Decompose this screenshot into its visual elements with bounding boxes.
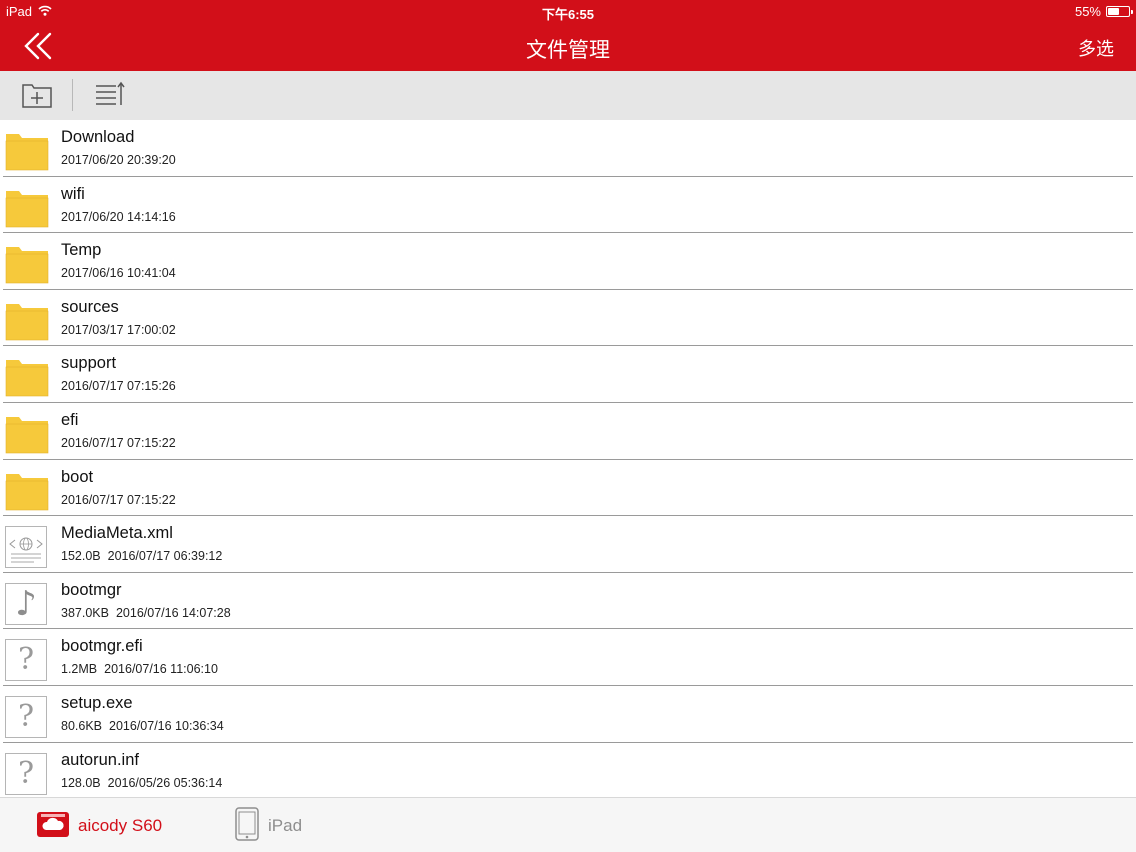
toolbar-divider (72, 79, 73, 111)
status-time: 下午6:55 (541, 7, 595, 22)
file-name: wifi (61, 184, 85, 203)
file-row[interactable]: sources 2017/03/17 17:00:02 (0, 290, 1136, 347)
tab-ipad[interactable]: iPad (234, 806, 302, 846)
file-row[interactable]: MediaMeta.xml 152.0B 2016/07/17 06:39:12 (0, 516, 1136, 573)
folder-icon (5, 243, 49, 285)
file-size: 387.0KB (61, 605, 109, 620)
file-date: 2016/07/17 06:39:12 (107, 549, 223, 564)
file-date: 2016/05/26 05:36:14 (107, 775, 223, 790)
file-date: 2016/07/16 11:06:10 (104, 662, 218, 677)
tab-label: iPad (268, 816, 303, 835)
file-meta: 128.0B 2016/05/26 05:36:14 (61, 776, 222, 790)
file-name: bootmgr.efi (61, 637, 143, 656)
file-row[interactable]: Temp 2017/06/16 10:41:04 (0, 233, 1136, 290)
file-row[interactable]: ? setup.exe 80.6KB 2016/07/16 10:36:34 (0, 686, 1136, 743)
unknown-file-icon: ? (5, 752, 49, 795)
file-list: Download 2017/06/20 20:39:20 wifi 2017/06/2… (0, 120, 1136, 797)
file-date: 2016/07/17 07:15:22 (61, 435, 176, 450)
file-row[interactable]: support 2016/07/17 07:15:26 (0, 346, 1136, 403)
folder-icon (5, 413, 49, 455)
file-meta: 2016/07/17 07:15:26 (61, 379, 176, 393)
new-folder-icon (21, 84, 53, 114)
web-file-icon (5, 526, 49, 569)
file-name: sources (61, 297, 119, 316)
file-meta: 1.2MB 2016/07/16 11:06:10 (61, 662, 218, 676)
file-name: autorun.inf (61, 750, 139, 769)
file-size: 128.0B (61, 775, 101, 790)
folder-icon (5, 300, 49, 342)
file-meta: 2017/06/20 14:14:16 (61, 210, 176, 224)
folder-icon (5, 356, 49, 398)
file-name: boot (61, 467, 94, 486)
cloud-drive-icon (36, 809, 70, 844)
folder-icon (5, 130, 49, 172)
nav-bar: 文件管理 多选 (0, 22, 1136, 71)
file-name: bootmgr (61, 580, 122, 599)
multi-select-button[interactable]: 多选 (1078, 35, 1114, 61)
file-row[interactable]: ♪ bootmgr 387.0KB 2016/07/16 14:07:28 (0, 573, 1136, 630)
file-row[interactable]: wifi 2017/06/20 14:14:16 (0, 177, 1136, 234)
battery-percent: 55% (1074, 4, 1101, 19)
file-size: 80.6KB (61, 718, 103, 733)
file-meta: 387.0KB 2016/07/16 14:07:28 (61, 606, 231, 620)
battery-fill (1108, 8, 1119, 15)
file-row[interactable]: boot 2016/07/17 07:15:22 (0, 460, 1136, 517)
file-name: setup.exe (61, 693, 133, 712)
unknown-file-icon: ? (5, 695, 49, 738)
file-date: 2017/06/16 10:41:04 (61, 266, 176, 281)
file-name: support (61, 354, 117, 373)
header: iPad 下午6:55 55% 文件管理 多选 (0, 0, 1136, 71)
file-meta: 152.0B 2016/07/17 06:39:12 (61, 549, 222, 563)
toolbar (0, 71, 1136, 120)
file-size: 1.2MB (61, 662, 98, 677)
new-folder-button[interactable] (21, 80, 53, 110)
ipad-device-icon (234, 806, 260, 846)
file-meta: 2016/07/17 07:15:22 (61, 493, 176, 507)
file-date: 2016/07/16 14:07:28 (115, 605, 231, 620)
file-meta: 2017/06/16 10:41:04 (61, 266, 176, 280)
folder-icon (5, 470, 49, 512)
sort-list-icon (94, 81, 126, 114)
sort-button[interactable] (94, 80, 126, 110)
folder-icon (5, 187, 49, 229)
status-bar: iPad 下午6:55 55% (0, 0, 1136, 22)
file-name: Download (61, 128, 135, 146)
file-date: 2016/07/16 10:36:34 (109, 718, 224, 733)
file-row[interactable]: ? autorun.inf 128.0B 2016/05/26 05:36:14 (0, 743, 1136, 797)
file-meta: 80.6KB 2016/07/16 10:36:34 (61, 719, 224, 733)
file-row[interactable]: Download 2017/06/20 20:39:20 (0, 120, 1136, 177)
file-name: MediaMeta.xml (61, 524, 173, 543)
file-date: 2017/06/20 20:39:20 (61, 153, 176, 167)
file-date: 2017/06/20 14:14:16 (61, 209, 176, 224)
tab-aicody-s60[interactable]: aicody S60 (36, 806, 162, 846)
file-meta: 2017/06/20 20:39:20 (61, 153, 176, 167)
file-row[interactable]: efi 2016/07/17 07:15:22 (0, 403, 1136, 460)
file-date: 2016/07/17 07:15:26 (61, 379, 176, 394)
unknown-file-icon: ? (5, 639, 49, 682)
file-meta: 2016/07/17 07:15:22 (61, 436, 176, 450)
page-title: 文件管理 (526, 39, 610, 62)
file-name: Temp (61, 241, 102, 260)
file-row[interactable]: ? bootmgr.efi 1.2MB 2016/07/16 11:06:10 (0, 629, 1136, 686)
bottom-tab-bar: aicody S60 iPad (0, 797, 1136, 852)
status-right: 55% (1074, 4, 1133, 19)
file-size: 152.0B (61, 549, 101, 564)
file-meta: 2017/03/17 17:00:02 (61, 323, 176, 337)
battery-icon (1106, 6, 1133, 17)
file-date: 2017/03/17 17:00:02 (61, 322, 176, 337)
file-date: 2016/07/17 07:15:22 (61, 492, 176, 507)
file-name: efi (61, 410, 79, 429)
music-file-icon: ♪ (5, 582, 49, 625)
tab-label: aicody S60 (78, 816, 163, 835)
